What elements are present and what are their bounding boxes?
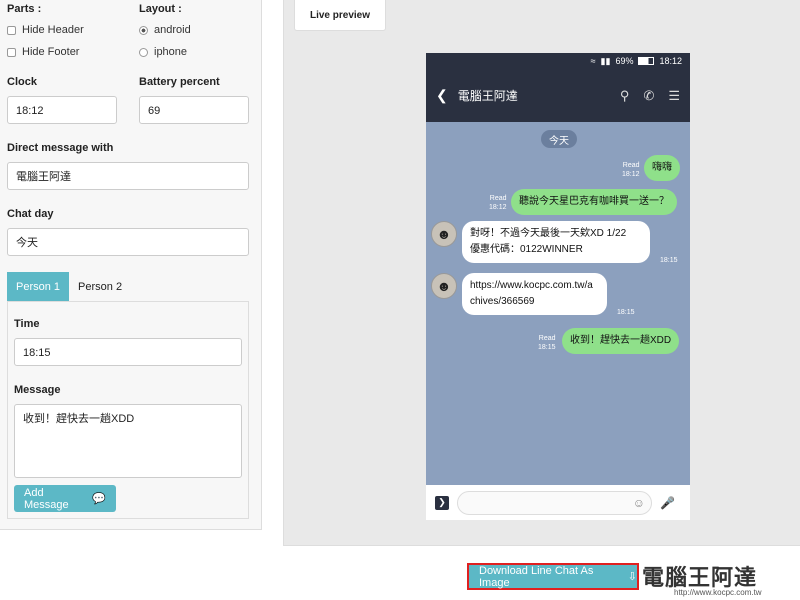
chat-day-label: Chat day xyxy=(7,208,54,220)
person-form: Time 18:15 Message 收到！趕快去一趟XDD Add Messa… xyxy=(7,301,249,519)
watermark-title: 電腦王阿達 xyxy=(642,565,758,590)
layout-android-radio[interactable]: android xyxy=(139,24,191,36)
checkbox-icon[interactable] xyxy=(7,25,16,35)
avatar: ☻ xyxy=(431,273,457,299)
message-line: 對呀！不過今天最後一天欸XD 1/22 xyxy=(470,228,627,239)
radio-icon[interactable] xyxy=(139,47,148,57)
status-time: 18:12 xyxy=(659,56,682,66)
time-label: Time xyxy=(14,318,40,330)
microphone-icon[interactable]: 🎤 xyxy=(660,496,675,510)
time-input[interactable]: 18:15 xyxy=(14,338,242,366)
message-line: 優惠代碼：0122WINNER xyxy=(470,244,583,255)
message-meta: Read 18:15 xyxy=(538,334,556,352)
avatar-face-icon: ☻ xyxy=(436,278,452,294)
wifi-icon: ≈ xyxy=(590,56,596,66)
chat-bubble-icon: 💬 xyxy=(92,493,106,505)
message-meta: Read 18:12 xyxy=(622,161,640,179)
phone-preview: ≈ ▮▮ 69% 18:12 ❮ 電腦王阿達 ⚲ ✆ ☰ 今天 Read 18:… xyxy=(426,53,690,520)
layout-android-label: android xyxy=(154,24,191,36)
layout-iphone-label: iphone xyxy=(154,46,188,58)
message-textarea[interactable]: 收到！趕快去一趟XDD xyxy=(14,404,242,478)
dm-input[interactable]: 電腦王阿達 xyxy=(7,162,249,190)
message-bubble-sent: 聽說今天星巴克有咖啡買一送一？ xyxy=(511,189,677,215)
expand-icon[interactable]: ❯ xyxy=(435,495,449,510)
download-button[interactable]: Download Line Chat As Image ⇩ xyxy=(467,563,639,590)
signal-icon: ▮▮ xyxy=(600,55,611,66)
battery-input[interactable]: 69 xyxy=(139,96,249,124)
parts-label: Parts : xyxy=(7,3,42,15)
download-label: Download Line Chat As Image xyxy=(479,564,594,589)
battery-percent: 69% xyxy=(615,56,634,66)
back-icon[interactable]: ❮ xyxy=(436,87,448,104)
message-bubble-sent: 收到！趕快去一趟XDD xyxy=(562,328,680,354)
message-time: 18:12 xyxy=(622,171,640,178)
hide-header-label: Hide Header xyxy=(22,24,84,36)
clock-label: Clock xyxy=(7,76,37,88)
chat-footer: ❯ ☺ 🎤 xyxy=(426,485,690,520)
watermark: 電腦王阿達 http://www.kocpc.com.tw xyxy=(642,560,762,597)
message-time: 18:12 xyxy=(489,204,507,211)
chat-header: ❮ 電腦王阿達 ⚲ ✆ ☰ xyxy=(426,69,690,122)
layout-iphone-radio[interactable]: iphone xyxy=(139,46,187,58)
chat-input[interactable]: ☺ xyxy=(457,490,652,515)
chat-day-input[interactable]: 今天 xyxy=(7,228,249,256)
read-label: Read xyxy=(538,335,556,342)
download-icon: ⇩ xyxy=(627,571,637,583)
tab-person-2[interactable]: Person 2 xyxy=(69,272,131,301)
status-bar: ≈ ▮▮ 69% 18:12 xyxy=(426,53,690,69)
date-pill: 今天 xyxy=(541,130,577,148)
message-line: https://www.kocpc.com.tw/a xyxy=(470,280,593,291)
layout-label: Layout : xyxy=(139,3,182,15)
message-line: chives/366569 xyxy=(470,296,535,307)
live-preview-tab[interactable]: Live preview xyxy=(294,0,386,31)
hide-footer-checkbox[interactable]: Hide Footer xyxy=(7,46,79,58)
contact-name: 電腦王阿達 xyxy=(457,89,518,103)
phone-icon[interactable]: ✆ xyxy=(643,88,654,104)
person-tabs: Person 1 Person 2 xyxy=(7,272,131,301)
settings-panel: Parts : Hide Header Hide Footer Layout :… xyxy=(0,0,262,530)
watermark-url: http://www.kocpc.com.tw xyxy=(674,588,762,597)
read-label: Read xyxy=(489,195,507,202)
message-time: 18:15 xyxy=(660,257,678,264)
search-icon[interactable]: ⚲ xyxy=(620,88,630,104)
battery-icon xyxy=(638,57,655,65)
tab-person-1[interactable]: Person 1 xyxy=(7,272,70,301)
message-meta: Read 18:12 xyxy=(489,194,507,212)
add-message-label: Add Message xyxy=(24,486,69,511)
message-bubble-received: https://www.kocpc.com.tw/a chives/366569 xyxy=(462,273,607,315)
hide-footer-label: Hide Footer xyxy=(22,46,80,58)
dm-label: Direct message with xyxy=(7,142,114,154)
message-time: 18:15 xyxy=(538,344,556,351)
message-label: Message xyxy=(14,384,61,396)
avatar: ☻ xyxy=(431,221,457,247)
read-label: Read xyxy=(622,162,640,169)
checkbox-icon[interactable] xyxy=(7,47,16,57)
menu-icon[interactable]: ☰ xyxy=(668,88,680,104)
battery-label: Battery percent xyxy=(139,76,220,88)
add-message-button[interactable]: Add Message 💬 xyxy=(14,485,116,512)
avatar-face-icon: ☻ xyxy=(436,226,452,242)
message-bubble-sent: 嗨嗨 xyxy=(644,155,680,181)
message-bubble-received: 對呀！不過今天最後一天欸XD 1/22 優惠代碼：0122WINNER xyxy=(462,221,650,263)
message-time: 18:15 xyxy=(617,309,635,316)
clock-input[interactable]: 18:12 xyxy=(7,96,117,124)
radio-selected-icon[interactable] xyxy=(139,25,148,35)
hide-header-checkbox[interactable]: Hide Header xyxy=(7,24,84,36)
emoji-icon[interactable]: ☺ xyxy=(633,496,645,510)
